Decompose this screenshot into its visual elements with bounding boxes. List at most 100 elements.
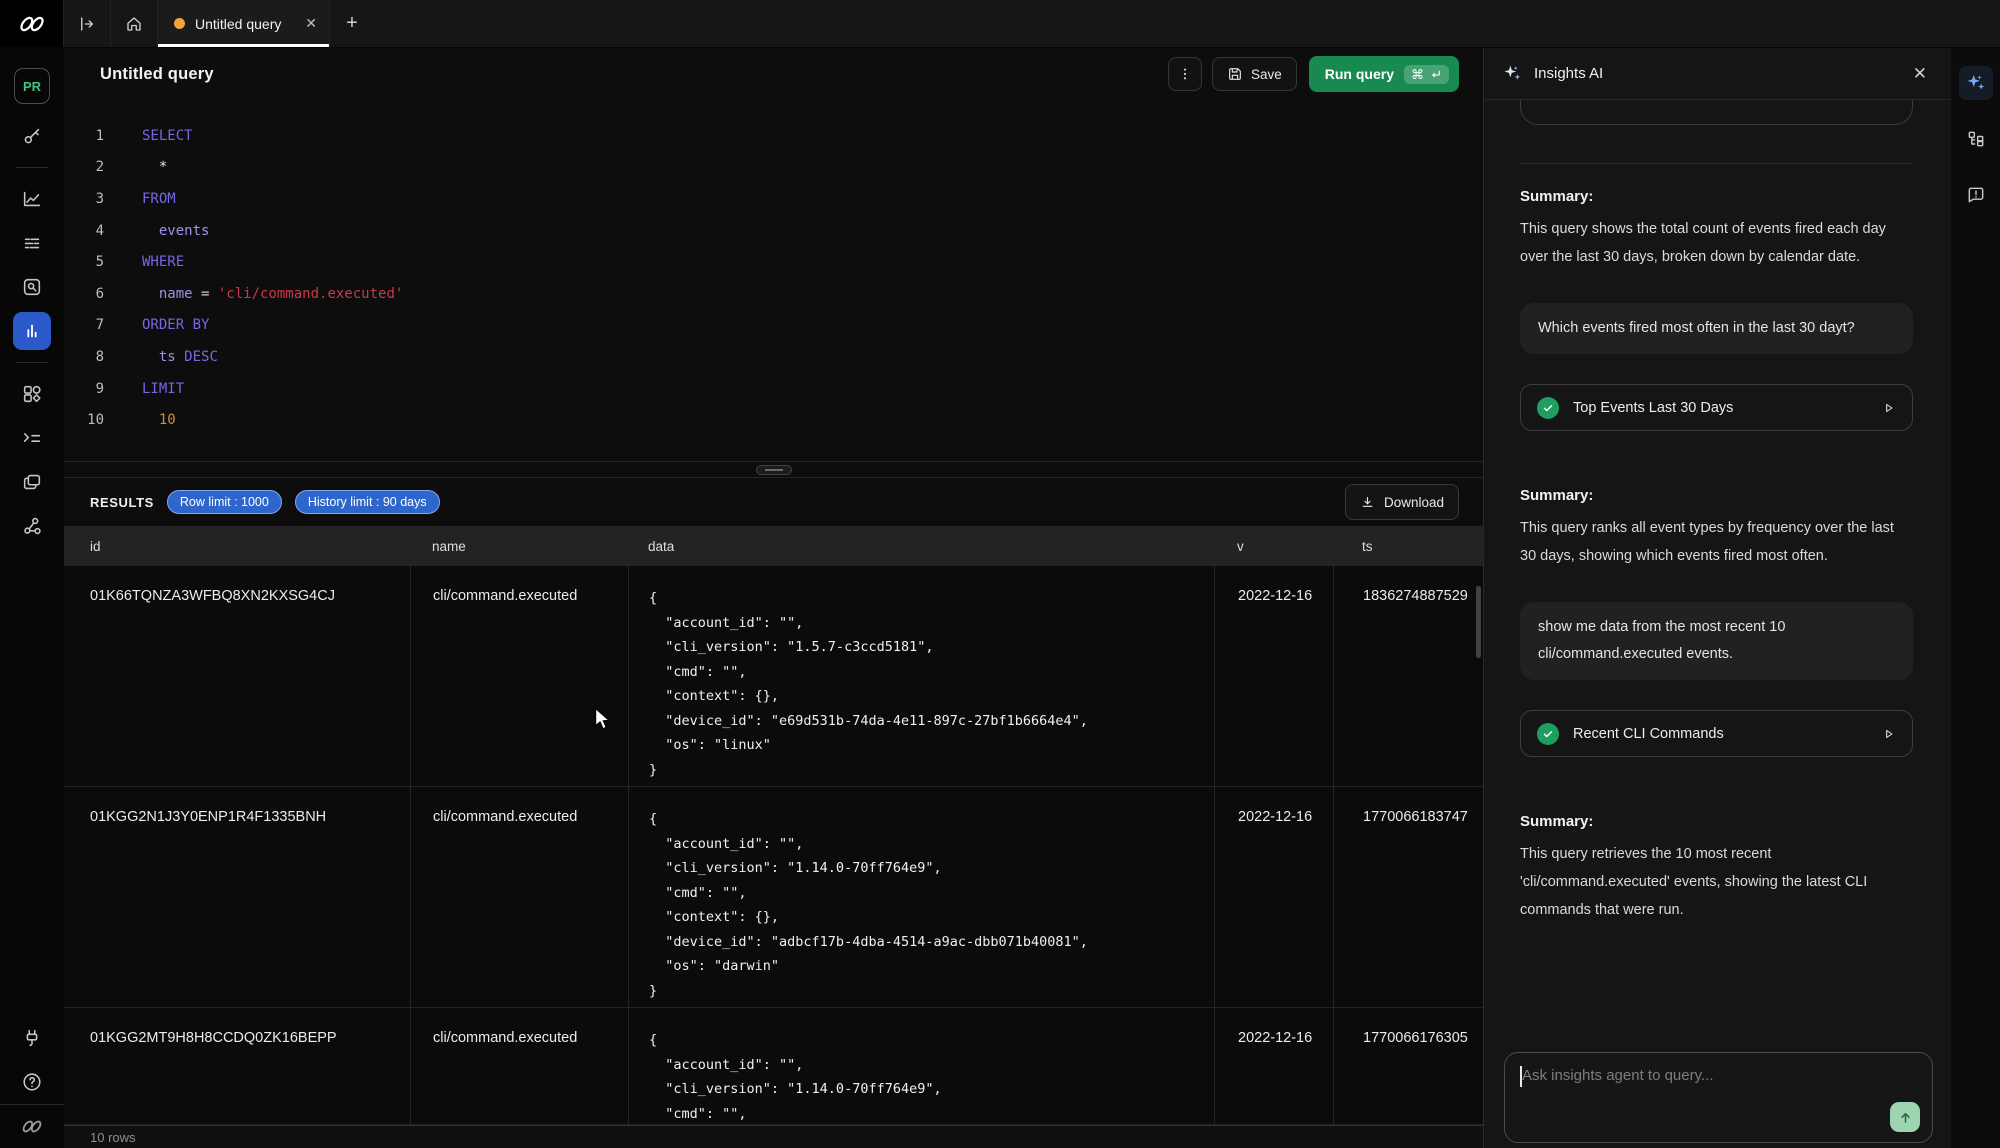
sidebar-item-help[interactable] <box>0 1060 64 1104</box>
unsaved-dot-icon <box>174 18 185 29</box>
run-query-button[interactable]: Run query ⌘ <box>1309 56 1459 92</box>
expand-sidebar-icon <box>78 15 96 33</box>
key-icon <box>21 125 43 147</box>
sidebar-footer-logo <box>0 1104 64 1148</box>
section-divider <box>1520 163 1913 164</box>
sidebar-item-plugins[interactable] <box>0 1016 64 1060</box>
column-header-v: v <box>1214 539 1333 554</box>
sql-editor[interactable]: 1SELECT2 *3FROM4 events5WHERE6 name = 'c… <box>64 100 1483 461</box>
line-chart-icon <box>21 188 43 210</box>
cell-data-json: { "account_id": "", "cli_version": "1.5.… <box>628 566 1214 786</box>
sidebar-item-integrations[interactable] <box>0 504 64 548</box>
sql-line: 10 10 <box>64 404 1483 436</box>
sidebar-expand-button[interactable] <box>63 0 111 47</box>
summary-heading: Summary: <box>1520 188 1913 205</box>
column-header-data: data <box>628 539 1214 554</box>
query-title: Untitled query <box>100 65 214 84</box>
sidebar-item-queries[interactable] <box>0 221 64 265</box>
new-tab-button[interactable]: + <box>330 0 374 47</box>
insight-action-recent-cli[interactable]: Recent CLI Commands <box>1520 710 1913 757</box>
save-button[interactable]: Save <box>1212 57 1297 91</box>
cell-ts: 1770066183747 <box>1333 787 1483 1007</box>
play-icon <box>1882 401 1896 415</box>
kebab-menu-icon <box>1177 66 1193 82</box>
strip-item-insights-ai[interactable] <box>1959 66 1993 100</box>
line-number: 2 <box>64 159 104 175</box>
list-icon <box>21 232 43 254</box>
sql-line: 6 name = 'cli/command.executed' <box>64 278 1483 310</box>
cell-ts: 1770066176305 <box>1333 1008 1483 1124</box>
windows-stack-icon <box>21 471 43 493</box>
sidebar-item-terminal[interactable] <box>0 416 64 460</box>
cmd-key-icon: ⌘ <box>1411 68 1424 81</box>
action-label: Recent CLI Commands <box>1573 726 1868 742</box>
infinity-logo-icon <box>17 14 47 34</box>
sidebar-item-explore[interactable] <box>0 265 64 309</box>
sparkles-icon <box>1965 73 1986 94</box>
workspace-badge[interactable]: PR <box>14 68 50 104</box>
sidebar-item-keys[interactable] <box>0 114 64 158</box>
column-header-name: name <box>410 539 628 554</box>
history-limit-badge[interactable]: History limit : 90 days <box>295 490 440 514</box>
nodes-share-icon <box>21 515 43 537</box>
line-number: 9 <box>64 381 104 397</box>
right-icon-strip <box>1951 48 2000 1148</box>
line-number: 8 <box>64 349 104 365</box>
sql-line: 9LIMIT <box>64 373 1483 405</box>
scrolled-card-remnant <box>1520 100 1913 125</box>
results-table-body: 01K66TQNZA3WFBQ8XN2KXSG4CJ cli/command.e… <box>64 566 1483 1125</box>
insights-close-icon[interactable]: ✕ <box>1913 64 1927 84</box>
sidebar-item-insights-active[interactable] <box>13 312 51 350</box>
sql-line: 2 * <box>64 152 1483 184</box>
run-shortcut-badge: ⌘ <box>1404 65 1449 84</box>
save-icon <box>1227 66 1243 82</box>
sidebar-divider <box>16 167 48 168</box>
line-number: 4 <box>64 223 104 239</box>
app-logo <box>0 0 64 47</box>
main-area: Untitled query Save Run query ⌘ 1SELECT2… <box>64 48 1483 1148</box>
insights-header: Insights AI ✕ <box>1484 48 1951 100</box>
splitter-drag-handle[interactable] <box>756 465 792 475</box>
editor-results-splitter <box>64 461 1483 478</box>
strip-item-schema[interactable] <box>1959 122 1993 156</box>
summary-heading: Summary: <box>1520 487 1913 504</box>
insights-scroll-content: Summary: This query shows the total coun… <box>1484 100 1951 1044</box>
success-check-icon <box>1537 723 1559 745</box>
sql-line: 4 events <box>64 215 1483 247</box>
line-number: 7 <box>64 317 104 333</box>
line-number: 1 <box>64 128 104 144</box>
table-row[interactable]: 01KGG2N1J3Y0ENP1R4F1335BNH cli/command.e… <box>64 787 1483 1008</box>
table-scrollbar-thumb[interactable] <box>1476 586 1481 658</box>
tab-close-icon[interactable]: ✕ <box>305 15 317 32</box>
home-icon <box>125 15 143 33</box>
table-row[interactable]: 01KGG2MT9H8H8CCDQ0ZK16BEPP cli/command.e… <box>64 1008 1483 1125</box>
cell-id: 01K66TQNZA3WFBQ8XN2KXSG4CJ <box>64 566 410 786</box>
ask-agent-input[interactable] <box>1505 1053 1932 1142</box>
home-button[interactable] <box>110 0 158 47</box>
sql-line: 3FROM <box>64 183 1483 215</box>
cell-v: 2022-12-16 <box>1214 566 1333 786</box>
sidebar-item-sessions[interactable] <box>0 460 64 504</box>
strip-item-feedback[interactable] <box>1959 178 1993 212</box>
send-button[interactable] <box>1890 1102 1920 1132</box>
sidebar-item-apps[interactable] <box>0 372 64 416</box>
sidebar-item-analytics[interactable] <box>0 177 64 221</box>
summary-text: This query ranks all event types by freq… <box>1520 514 1913 570</box>
tab-untitled-query[interactable]: Untitled query ✕ <box>158 0 330 47</box>
success-check-icon <box>1537 397 1559 419</box>
insight-action-top-events[interactable]: Top Events Last 30 Days <box>1520 384 1913 431</box>
table-row[interactable]: 01K66TQNZA3WFBQ8XN2KXSG4CJ cli/command.e… <box>64 566 1483 787</box>
download-button[interactable]: Download <box>1345 484 1459 520</box>
shapes-grid-icon <box>21 383 43 405</box>
more-options-button[interactable] <box>1168 57 1202 91</box>
summary-heading: Summary: <box>1520 813 1913 830</box>
table-footer: 10 rows <box>64 1125 1483 1148</box>
sparkles-icon <box>1502 64 1522 84</box>
plug-icon <box>21 1027 43 1049</box>
column-header-id: id <box>64 539 410 554</box>
cell-name: cli/command.executed <box>410 1008 628 1124</box>
feedback-bubble-icon <box>1966 185 1986 205</box>
search-panel-icon <box>21 276 43 298</box>
line-number: 3 <box>64 191 104 207</box>
row-limit-badge[interactable]: Row limit : 1000 <box>167 490 282 514</box>
